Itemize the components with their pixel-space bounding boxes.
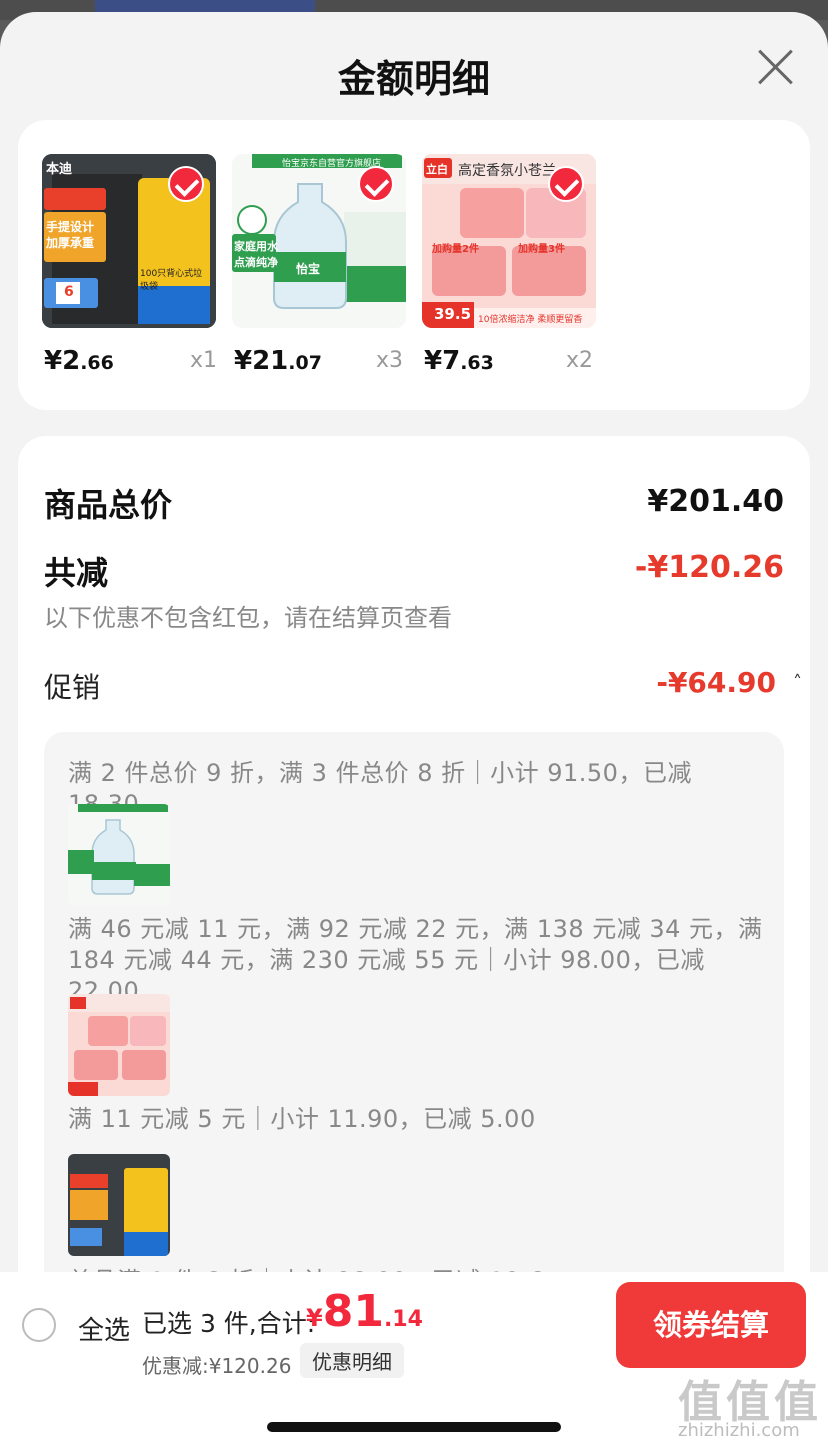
price-decimal: .63 (460, 352, 494, 374)
promo-thumbnail-laundry (68, 994, 170, 1096)
checkout-bar: 全选 已选 3 件,合计: ¥81.14 优惠减:¥120.26 优惠明细 领券… (0, 1272, 828, 1448)
product-item[interactable]: 立白 高定香氛小苍兰 加购量2件 加购量3件 39.5 10倍浓缩洁净 柔顺更留… (422, 154, 597, 376)
product-quantity: x3 (376, 348, 404, 373)
product-thumbnail[interactable]: 怡宝京东自营官方旗舰店 家庭用水 点滴纯净 怡宝 (232, 154, 406, 328)
price-decimal: .66 (80, 352, 114, 374)
selected-count: 已选 3 件,合计: (142, 1309, 316, 1338)
close-icon[interactable] (754, 46, 796, 88)
total-label: 商品总价 (44, 486, 173, 524)
reduce-value: -¥120.26 (634, 550, 784, 585)
total-decimal: .14 (383, 1307, 423, 1332)
promo-rule: 满 46 元减 11 元，满 92 元减 22 元，满 138 元减 34 元，… (68, 915, 763, 1005)
tag-text: 加厚承重 (46, 236, 95, 250)
product-item[interactable]: 怡宝京东自营官方旗舰店 家庭用水 点滴纯净 怡宝 ¥21.07 x3 (232, 154, 407, 376)
select-all-label[interactable]: 全选 (78, 1310, 130, 1347)
product-price: ¥21.07 (234, 346, 322, 376)
headline-text: 高定香氛小苍兰 (458, 163, 556, 179)
store-banner: 怡宝京东自营官方旗舰店 (282, 159, 382, 169)
reduce-label: 共减 (44, 554, 109, 592)
total-value: ¥201.40 (647, 484, 784, 519)
promo-label[interactable]: 促销 (44, 666, 100, 706)
promo-rule: 满 2 件总价 9 折，满 3 件总价 8 折｜小计 91.50，已减 18.3… (68, 759, 692, 818)
checkmark-icon[interactable] (548, 166, 584, 202)
badge-text: 39.5 (434, 305, 472, 323)
product-quantity: x2 (566, 348, 594, 373)
amount-detail-sheet: 金额明细 本迪 手提设计 加厚承重 6 100只背心式垃圾袋 ¥2.66 x1 … (0, 12, 828, 1448)
product-item[interactable]: 本迪 手提设计 加厚承重 6 100只背心式垃圾袋 ¥2.66 x1 (42, 154, 217, 376)
footer-text: 10倍浓缩洁净 柔顺更留香 (478, 315, 583, 325)
checkmark-icon[interactable] (358, 166, 394, 202)
select-all-radio[interactable] (22, 1308, 56, 1342)
package-label: 100只背心式垃圾袋 (140, 269, 203, 292)
total-amount: ¥81.14 (306, 1286, 423, 1337)
price-decimal: .07 (288, 352, 322, 374)
water-bottle-icon (68, 804, 170, 906)
price-integer: ¥2 (44, 346, 81, 376)
discount-detail-button[interactable]: 优惠明细 (300, 1343, 404, 1378)
promo-rule: 满 11 元减 5 元｜小计 11.90，已减 5.00 (68, 1105, 536, 1133)
chevron-up-icon[interactable]: ˄ (793, 672, 802, 693)
product-quantity: x1 (190, 348, 218, 373)
coupon-note: 以下优惠不包含红包，请在结算页查看 (44, 604, 452, 632)
brand-text: 本迪 (46, 162, 73, 177)
badge-text: 6 (64, 284, 74, 300)
brand-text: 立白 (426, 163, 448, 176)
currency-symbol: ¥ (306, 1304, 323, 1332)
checkmark-icon[interactable] (168, 166, 204, 202)
promo-value[interactable]: -¥64.90 (656, 666, 776, 699)
checkout-button[interactable]: 领券结算 (616, 1282, 806, 1368)
sub-text: 加购量2件 (432, 244, 479, 255)
tag-text: 家庭用水 (234, 240, 278, 253)
price-integer: ¥7 (424, 346, 461, 376)
watermark-site: zhizhizhi.com (678, 1420, 800, 1441)
garbage-bag-icon (68, 1154, 170, 1256)
product-price: ¥7.63 (424, 346, 494, 376)
tag-text: 手提设计 (46, 220, 95, 234)
total-integer: 81 (322, 1286, 384, 1337)
tag-text: 点滴纯净 (234, 256, 278, 269)
laundry-icon (68, 994, 170, 1096)
product-price: ¥2.66 (44, 346, 114, 376)
sheet-title: 金额明细 (337, 57, 490, 101)
selected-products-card: 本迪 手提设计 加厚承重 6 100只背心式垃圾袋 ¥2.66 x1 怡宝京东自… (18, 120, 810, 410)
promo-thumbnail-bags (68, 1154, 170, 1256)
discount-amount: 优惠减:¥120.26 (142, 1354, 292, 1378)
price-integer: ¥21 (234, 346, 289, 376)
product-thumbnail[interactable]: 本迪 手提设计 加厚承重 6 100只背心式垃圾袋 (42, 154, 216, 328)
product-thumbnail[interactable]: 立白 高定香氛小苍兰 加购量2件 加购量3件 39.5 10倍浓缩洁净 柔顺更留… (422, 154, 596, 328)
home-indicator[interactable] (267, 1422, 561, 1432)
promo-thumbnail-water (68, 804, 170, 906)
brand-text: 怡宝 (296, 262, 321, 276)
sub-text: 加购量3件 (518, 244, 565, 255)
